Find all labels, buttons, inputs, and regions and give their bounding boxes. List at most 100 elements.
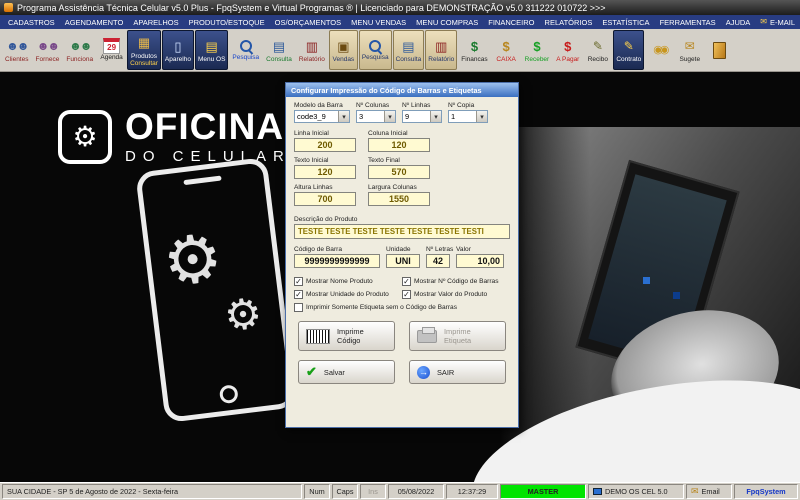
sair-button[interactable]: → SAIR [409, 360, 506, 384]
menu-item-ferramentas[interactable]: FERRAMENTAS [655, 18, 721, 27]
menu-item-menu-vendas[interactable]: MENU VENDAS [346, 18, 411, 27]
texto-final-input[interactable]: 570 [368, 165, 430, 179]
toolbar-button-relat-rio[interactable]: Relatório [296, 30, 328, 70]
checkbox-label: Mostrar Nº Código de Barras [414, 278, 499, 285]
menu-item-label: FINANCEIRO [488, 17, 535, 27]
largura-colunas-input[interactable]: 1550 [368, 192, 430, 206]
calendar-icon: 29 [103, 38, 121, 55]
menu-item-label: APARELHOS [133, 17, 179, 27]
toolbar-button-coins[interactable] [645, 30, 674, 70]
status-email[interactable]: ✉ Email [686, 484, 732, 499]
finance-icon [471, 36, 478, 56]
checkbox-label: Mostrar Valor do Produto [414, 291, 488, 298]
menu-item-agendamento[interactable]: AGENDAMENTO [60, 18, 129, 27]
toolbar-button-vendas[interactable]: Vendas [328, 30, 358, 70]
products-icon [138, 33, 150, 53]
copia-select[interactable]: 1 ▾ [448, 110, 488, 123]
checkbox-mostrar-valor-do-produto[interactable]: ✓ Mostrar Valor do Produto [402, 290, 510, 299]
unidade-input[interactable]: UNI [386, 254, 420, 268]
toolbar-button-clientes[interactable]: Clientes [2, 30, 31, 70]
toolbar-button-menu-os[interactable]: Menu OS [194, 30, 229, 70]
coins-icon [653, 40, 666, 60]
imprime-codigo-button[interactable]: Imprime Código [298, 321, 395, 351]
linhas-select[interactable]: 9 ▾ [402, 110, 442, 123]
toolbar-button-pesquisa[interactable]: Pesquisa [229, 30, 262, 70]
descricao-input[interactable]: TESTE TESTE TESTE TESTE TESTE TESTE TEST… [294, 224, 510, 239]
toolbar-button-receber[interactable]: Receber [522, 30, 553, 70]
toolbar-button-funciona[interactable]: Funciona [63, 30, 96, 70]
receipt-icon [593, 36, 603, 56]
toolbar-button-produtos[interactable]: ProdutosConsultar [127, 30, 161, 70]
status-system: DEMO OS CEL 5.0 [588, 484, 684, 499]
checkbox-box: ✓ [294, 290, 303, 299]
toolbar-button-pesquisa[interactable]: Pesquisa [358, 30, 392, 70]
menu-item-relat-rios[interactable]: RELATÓRIOS [540, 18, 598, 27]
toolbar-button-caixa[interactable]: CAIXA [492, 30, 521, 70]
toolbar-button-agenda[interactable]: 29 Agenda [97, 30, 126, 70]
menu-item-aparelhos[interactable]: APARELHOS [128, 18, 183, 27]
toolbar-button-relat-rio[interactable]: Relatório [425, 30, 458, 70]
contract-icon [624, 36, 634, 56]
altura-linhas-input[interactable]: 700 [294, 192, 356, 206]
checkbox-mostrar-n-c-digo-de-barras[interactable]: ✓ Mostrar Nº Código de Barras [402, 277, 510, 286]
imprime-etiqueta-button[interactable]: Imprime Etiqueta [409, 321, 506, 351]
colunas-label: Nº Colunas [356, 102, 390, 109]
logo-line1: OFICINA [125, 106, 285, 147]
checkbox-label: Mostrar Unidade do Produto [306, 291, 389, 298]
toolbar-button-a-pagar[interactable]: A Pagar [553, 30, 582, 70]
suppliers-icon [37, 36, 58, 56]
toolbar-button-contrato[interactable]: Contrato [613, 30, 645, 70]
menu-item-financeiro[interactable]: FINANCEIRO [483, 18, 539, 27]
texto-inicial-input[interactable]: 120 [294, 165, 356, 179]
brand-logo: ⚙ OFICINA DO CELULAR [58, 108, 291, 165]
descricao-label: Descrição do Produto [294, 216, 358, 223]
toolbar-button-label: Relatório [428, 56, 455, 64]
colunas-select[interactable]: 3 ▾ [356, 110, 396, 123]
status-num: Num [304, 484, 330, 499]
dialog-titlebar[interactable]: Configurar Impressão do Código de Barras… [286, 83, 518, 97]
checkbox-imprimir-somente-etiqueta-sem-o-c-digo-de-barras[interactable]: Imprimir Somente Etiqueta sem o Código d… [294, 303, 510, 312]
menu-item-ajuda[interactable]: AJUDA [721, 18, 756, 27]
modelo-label: Modelo da Barra [294, 102, 343, 109]
toolbar-button-recibo[interactable]: Recibo [583, 30, 612, 70]
imprime-etiqueta-label: Imprime Etiqueta [444, 327, 472, 345]
linha-inicial-input[interactable]: 200 [294, 138, 356, 152]
toolbar-button-sugete[interactable]: Sugete [675, 30, 704, 70]
num-letras-input[interactable]: 42 [426, 254, 450, 268]
menu-item-produto-estoque[interactable]: PRODUTO/ESTOQUE [184, 18, 270, 27]
toolbar-button-fornece[interactable]: Fornece [32, 30, 62, 70]
app-icon [4, 3, 13, 12]
checkbox-mostrar-unidade-do-produto[interactable]: ✓ Mostrar Unidade do Produto [294, 290, 402, 299]
menu-item-cadastros[interactable]: CADASTROS [3, 18, 60, 27]
toolbar-button-financas[interactable]: Financas [458, 30, 490, 70]
toolbar-button-exit[interactable] [705, 30, 734, 70]
toolbar-button-label: Sugete [679, 56, 701, 64]
num-letras-label: Nº Letras [426, 246, 454, 253]
menu-item-label: AJUDA [725, 17, 751, 27]
menu-item-menu-compras[interactable]: MENU COMPRAS [411, 18, 483, 27]
menu-item-os-or-amentos[interactable]: OS/ORÇAMENTOS [270, 18, 347, 27]
valor-input[interactable]: 10,00 [456, 254, 504, 268]
toolbar-button-consulta[interactable]: Consulta [392, 30, 425, 70]
menu-item-estat-stica[interactable]: ESTATÍSTICA [597, 18, 654, 27]
altura-linhas-label: Altura Linhas [294, 184, 333, 191]
window-titlebar: Programa Assistência Técnica Celular v5.… [0, 0, 800, 15]
status-date: 05/08/2022 [388, 484, 444, 499]
toolbar-button-label: Consulta [266, 56, 292, 64]
salvar-button[interactable]: ✔ Salvar [298, 360, 395, 384]
unidade-label: Unidade [386, 246, 411, 253]
menu-item-e-mail[interactable]: ✉ E-MAIL [755, 18, 800, 27]
coluna-inicial-input[interactable]: 120 [368, 138, 430, 152]
toolbar-button-label: Relatório [298, 56, 325, 64]
codigo-barra-input[interactable]: 9999999999999 [294, 254, 380, 268]
toolbar-button-label: Financas [461, 56, 488, 64]
gear-icon: ⚙ [72, 120, 98, 152]
toolbar: ClientesForneceFunciona29AgendaProdutosC… [0, 29, 800, 72]
gear-icon: ⚙ [221, 288, 265, 341]
toolbar-button-consulta[interactable]: Consulta [263, 30, 295, 70]
phone-artwork: ⚙ ⚙ [135, 156, 297, 424]
modelo-select[interactable]: code3_9 ▾ [294, 110, 350, 123]
toolbar-button-aparelho[interactable]: Aparelho [161, 30, 194, 70]
checkbox-mostrar-nome-produto[interactable]: ✓ Mostrar Nome Produto [294, 277, 402, 286]
codigo-barra-label: Código de Barra [294, 246, 343, 253]
